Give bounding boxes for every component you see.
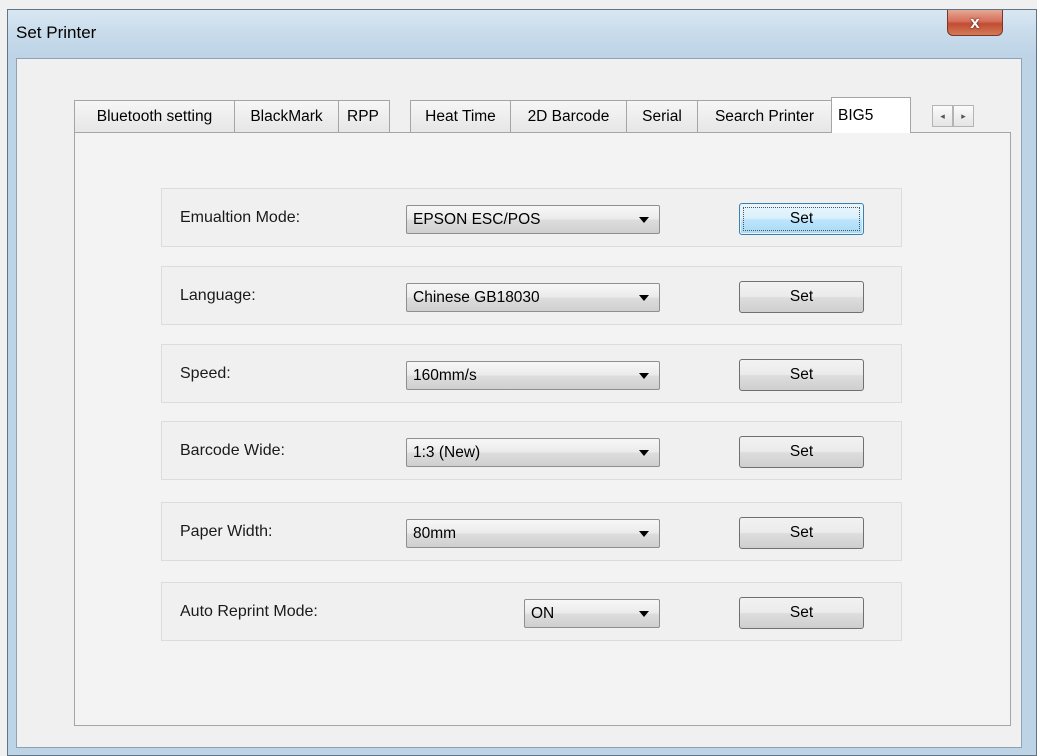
auto-reprint-value: ON [531, 604, 555, 622]
paper-width-group: Paper Width: 80mm Set [161, 502, 902, 561]
emulation-mode-group: Emualtion Mode: EPSON ESC/POS Set [161, 188, 902, 247]
button-label: Set [789, 524, 814, 541]
language-value: Chinese GB18030 [413, 288, 540, 306]
language-select[interactable]: Chinese GB18030 [406, 283, 660, 312]
dialog-client-area: Bluetooth setting BlackMark RPP Heat Tim… [16, 58, 1022, 748]
tab-label: Search Printer [714, 107, 815, 125]
tab-label: Heat Time [425, 107, 496, 125]
tab-search-printer[interactable]: Search Printer [697, 100, 832, 132]
set-emulation-mode-button[interactable]: Set [739, 203, 864, 235]
set-auto-reprint-button[interactable]: Set [739, 597, 864, 629]
auto-reprint-label: Auto Reprint Mode: [180, 602, 318, 620]
tab-serial[interactable]: Serial [626, 100, 698, 132]
emulation-mode-label: Emualtion Mode: [180, 208, 301, 226]
close-icon: x [970, 12, 980, 32]
set-barcode-wide-button[interactable]: Set [739, 436, 864, 468]
button-label: Set [789, 210, 814, 227]
dropdown-arrow-icon [639, 530, 649, 537]
tab-label: RPP [347, 107, 379, 125]
barcode-wide-label: Barcode Wide: [180, 441, 285, 459]
window-title: Set Printer [16, 23, 97, 42]
scroll-right-button[interactable]: ▸ [953, 105, 974, 127]
barcode-wide-group: Barcode Wide: 1:3 (New) Set [161, 421, 902, 480]
dropdown-arrow-icon [639, 216, 649, 223]
dropdown-arrow-icon [639, 610, 649, 617]
language-label: Language: [180, 286, 256, 304]
button-label: Set [789, 288, 814, 305]
auto-reprint-group: Auto Reprint Mode: ON Set [161, 582, 902, 641]
speed-value: 160mm/s [413, 366, 477, 384]
paper-width-value: 80mm [413, 524, 457, 542]
close-button[interactable]: x [947, 10, 1003, 36]
paper-width-select[interactable]: 80mm [406, 519, 660, 548]
set-speed-button[interactable]: Set [739, 359, 864, 391]
dropdown-arrow-icon [639, 372, 649, 379]
tab-heat-time[interactable]: Heat Time [410, 100, 511, 132]
auto-reprint-select[interactable]: ON [524, 599, 660, 628]
emulation-mode-value: EPSON ESC/POS [413, 210, 541, 228]
scroll-left-button[interactable]: ◂ [932, 105, 953, 127]
speed-label: Speed: [180, 364, 231, 382]
tab-big5[interactable]: BIG5 [831, 97, 911, 133]
barcode-wide-select[interactable]: 1:3 (New) [406, 438, 660, 467]
set-printer-window: Set Printer x Bluetooth setting BlackMar… [7, 9, 1037, 756]
button-label: Set [789, 604, 814, 621]
emulation-mode-select[interactable]: EPSON ESC/POS [406, 205, 660, 234]
tab-bluetooth-setting[interactable]: Bluetooth setting [74, 100, 235, 132]
tab-label: BIG5 [838, 106, 874, 124]
button-label: Set [789, 366, 814, 383]
set-paper-width-button[interactable]: Set [739, 517, 864, 549]
tab-label: Serial [642, 107, 682, 125]
tab-panel-big5: Emualtion Mode: EPSON ESC/POS Set Langua… [74, 132, 1011, 726]
arrow-right-icon: ▸ [961, 110, 966, 121]
language-group: Language: Chinese GB18030 Set [161, 266, 902, 325]
paper-width-label: Paper Width: [180, 522, 273, 540]
speed-select[interactable]: 160mm/s [406, 361, 660, 390]
dropdown-arrow-icon [639, 449, 649, 456]
barcode-wide-value: 1:3 (New) [413, 443, 481, 461]
tab-label: 2D Barcode [527, 107, 610, 125]
tab-rpp[interactable]: RPP [338, 100, 390, 132]
button-label: Set [789, 443, 814, 460]
tab-label: Bluetooth setting [96, 107, 213, 125]
tab-scroll-buttons: ◂ ▸ [932, 105, 974, 127]
set-language-button[interactable]: Set [739, 281, 864, 313]
dropdown-arrow-icon [639, 294, 649, 301]
speed-group: Speed: 160mm/s Set [161, 344, 902, 403]
tab-label: BlackMark [250, 107, 323, 125]
title-bar[interactable]: Set Printer x [8, 10, 1036, 58]
arrow-left-icon: ◂ [940, 110, 945, 121]
tab-2d-barcode[interactable]: 2D Barcode [510, 100, 627, 132]
tab-blackmark[interactable]: BlackMark [234, 100, 339, 132]
